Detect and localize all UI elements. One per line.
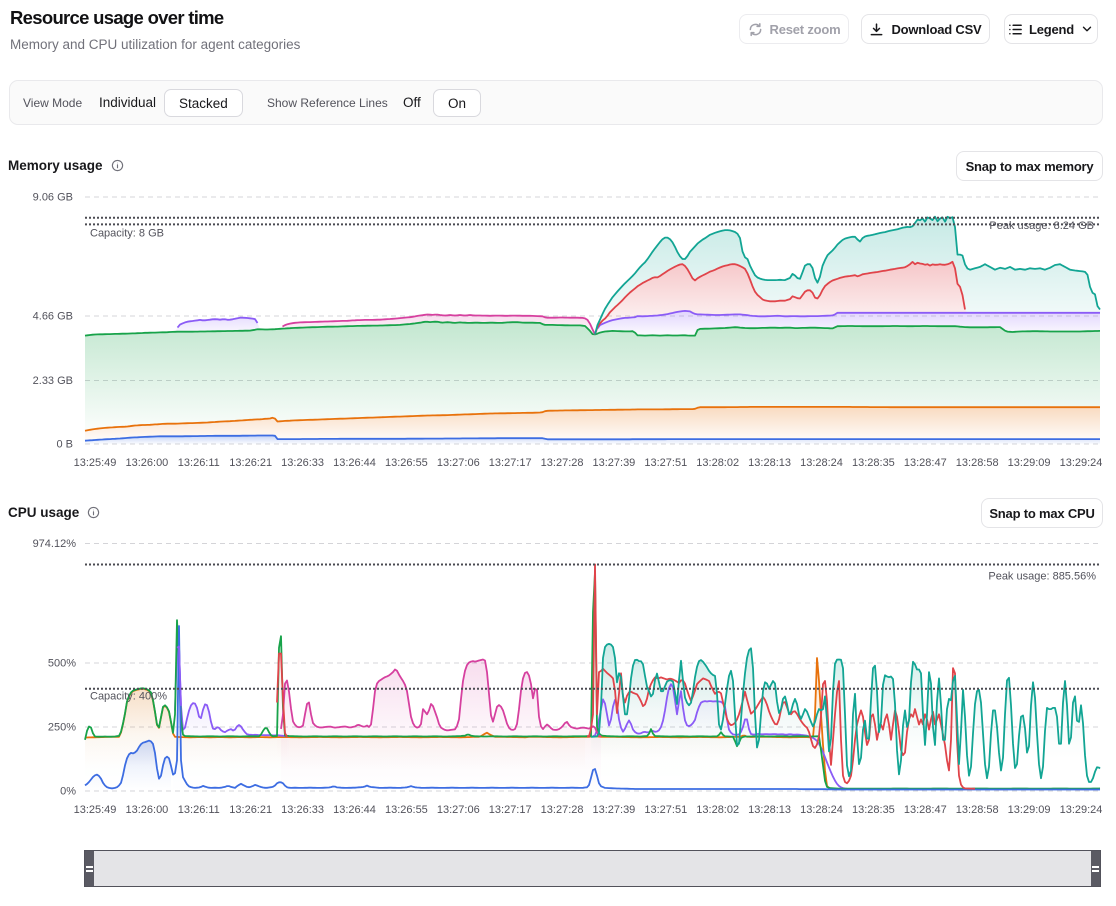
svg-text:13:26:55: 13:26:55	[385, 457, 428, 469]
svg-text:0 B: 0 B	[56, 439, 73, 451]
svg-text:13:28:02: 13:28:02	[696, 457, 739, 469]
svg-text:13:28:02: 13:28:02	[696, 804, 739, 816]
svg-text:13:26:44: 13:26:44	[333, 457, 376, 469]
svg-text:13:25:49: 13:25:49	[74, 804, 117, 816]
svg-text:13:26:00: 13:26:00	[125, 804, 168, 816]
svg-text:13:27:39: 13:27:39	[592, 457, 635, 469]
svg-text:13:26:11: 13:26:11	[178, 804, 220, 816]
svg-text:500%: 500%	[48, 658, 76, 670]
svg-text:13:28:13: 13:28:13	[748, 457, 791, 469]
svg-text:13:27:28: 13:27:28	[541, 457, 584, 469]
svg-text:13:26:11: 13:26:11	[178, 457, 220, 469]
svg-text:13:26:00: 13:26:00	[125, 457, 168, 469]
svg-text:13:27:06: 13:27:06	[437, 457, 480, 469]
svg-text:Capacity: 8 GB: Capacity: 8 GB	[90, 227, 164, 239]
svg-text:13:26:55: 13:26:55	[385, 804, 428, 816]
svg-text:9.06 GB: 9.06 GB	[33, 192, 73, 204]
svg-text:13:27:51: 13:27:51	[644, 804, 687, 816]
svg-text:13:25:49: 13:25:49	[74, 457, 117, 469]
svg-text:13:29:24: 13:29:24	[1060, 457, 1103, 469]
svg-text:13:28:58: 13:28:58	[956, 457, 999, 469]
svg-text:13:28:24: 13:28:24	[800, 804, 843, 816]
svg-text:0%: 0%	[60, 786, 76, 798]
svg-text:13:28:24: 13:28:24	[800, 457, 843, 469]
svg-text:13:29:24: 13:29:24	[1060, 804, 1103, 816]
svg-text:13:29:09: 13:29:09	[1008, 804, 1051, 816]
svg-text:13:28:13: 13:28:13	[748, 804, 791, 816]
svg-text:13:28:47: 13:28:47	[904, 457, 947, 469]
svg-text:13:27:28: 13:27:28	[541, 804, 584, 816]
svg-text:2.33 GB: 2.33 GB	[33, 375, 73, 387]
svg-text:13:27:06: 13:27:06	[437, 804, 480, 816]
svg-text:13:27:39: 13:27:39	[592, 804, 635, 816]
svg-text:13:27:17: 13:27:17	[489, 804, 532, 816]
svg-text:13:27:17: 13:27:17	[489, 457, 532, 469]
svg-text:13:29:09: 13:29:09	[1008, 457, 1051, 469]
svg-text:974.12%: 974.12%	[33, 538, 77, 550]
svg-text:Capacity: 400%: Capacity: 400%	[90, 691, 167, 703]
svg-text:Peak usage: 8.24 GB: Peak usage: 8.24 GB	[989, 220, 1094, 232]
svg-text:13:26:33: 13:26:33	[281, 457, 324, 469]
svg-text:13:28:47: 13:28:47	[904, 804, 947, 816]
svg-text:13:26:44: 13:26:44	[333, 804, 376, 816]
svg-text:13:28:35: 13:28:35	[852, 457, 895, 469]
svg-text:13:27:51: 13:27:51	[644, 457, 687, 469]
svg-text:13:26:33: 13:26:33	[281, 804, 324, 816]
svg-text:13:28:58: 13:28:58	[956, 804, 999, 816]
svg-text:13:26:21: 13:26:21	[229, 804, 272, 816]
svg-text:13:28:35: 13:28:35	[852, 804, 895, 816]
svg-text:4.66 GB: 4.66 GB	[33, 311, 73, 323]
svg-text:13:26:21: 13:26:21	[229, 457, 272, 469]
svg-text:Peak usage: 885.56%: Peak usage: 885.56%	[988, 571, 1096, 583]
svg-text:250%: 250%	[48, 722, 76, 734]
